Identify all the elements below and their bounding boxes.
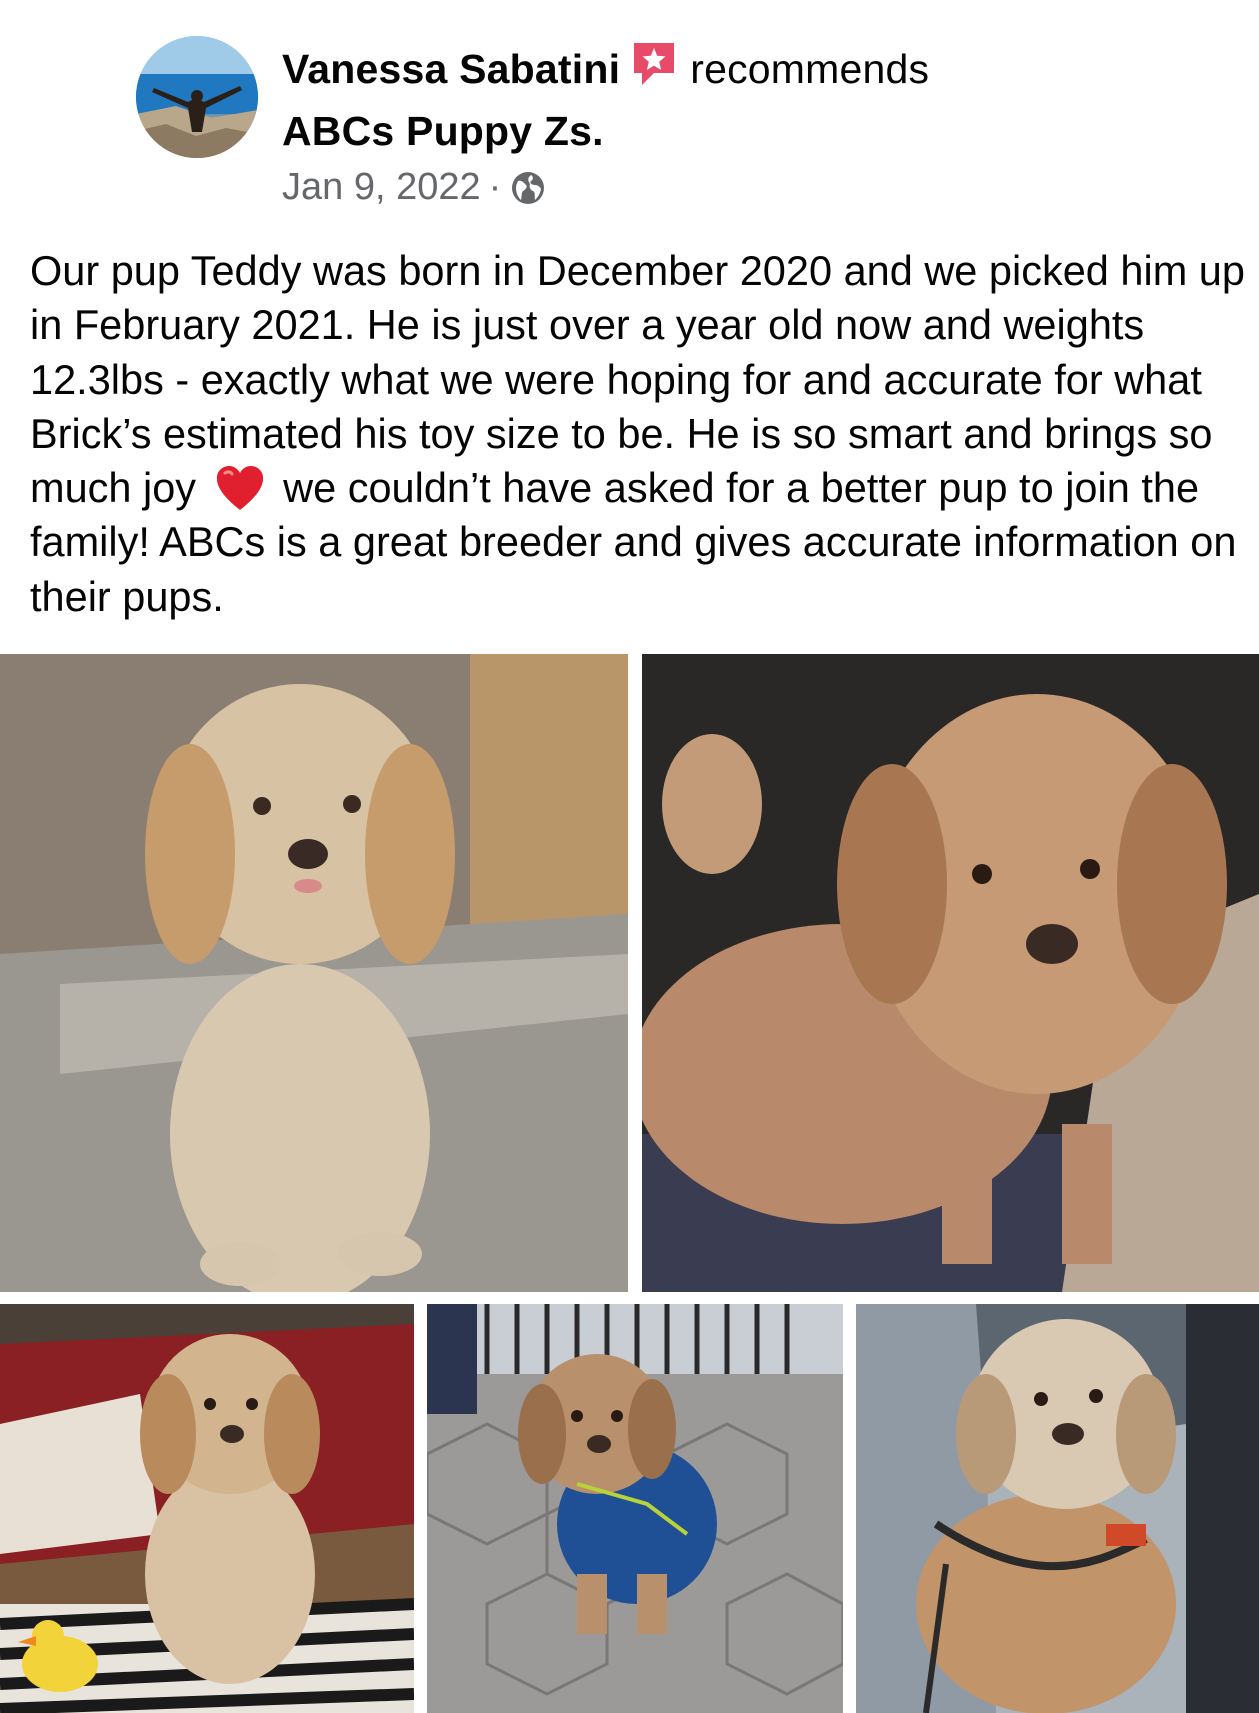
dog-photo-image [856,1304,1259,1713]
meta-separator: · [488,166,502,208]
heart-emoji-icon [214,464,266,512]
author-name[interactable]: Vanessa Sabatini [282,46,620,92]
post-text-part-2: we couldn’t have asked for a better pup … [30,464,1237,620]
photo-dog-with-harness[interactable] [856,1304,1259,1713]
photo-dog-in-blue-vest-outdoors[interactable] [427,1304,843,1713]
dog-photo-image [427,1304,843,1713]
dog-photo-image [0,654,628,1292]
post-body: Our pup Teddy was born in December 2020 … [30,244,1250,624]
avatar-image [136,36,258,158]
dog-photo-image [642,654,1259,1292]
dog-photo-image [0,1304,414,1713]
photo-dog-sitting-sunlight[interactable] [0,654,628,1292]
recommend-star-badge-icon [630,39,678,89]
post-headline: Vanessa Sabatini recommends ABCs Puppy Zs… [282,38,1182,162]
photo-dog-on-blanket-with-toy[interactable] [0,1304,414,1713]
post-date[interactable]: Jan 9, 2022 [282,166,481,209]
post-meta: Jan 9, 2022 · [282,166,547,209]
author-avatar[interactable] [136,36,258,158]
recommendation-post: Vanessa Sabatini recommends ABCs Puppy Zs… [0,0,1259,1713]
globe-icon[interactable] [509,169,547,207]
page-name[interactable]: ABCs Puppy Zs. [282,100,1182,162]
photo-dog-closeup-bed[interactable] [642,654,1259,1292]
action-text: recommends [690,46,930,92]
